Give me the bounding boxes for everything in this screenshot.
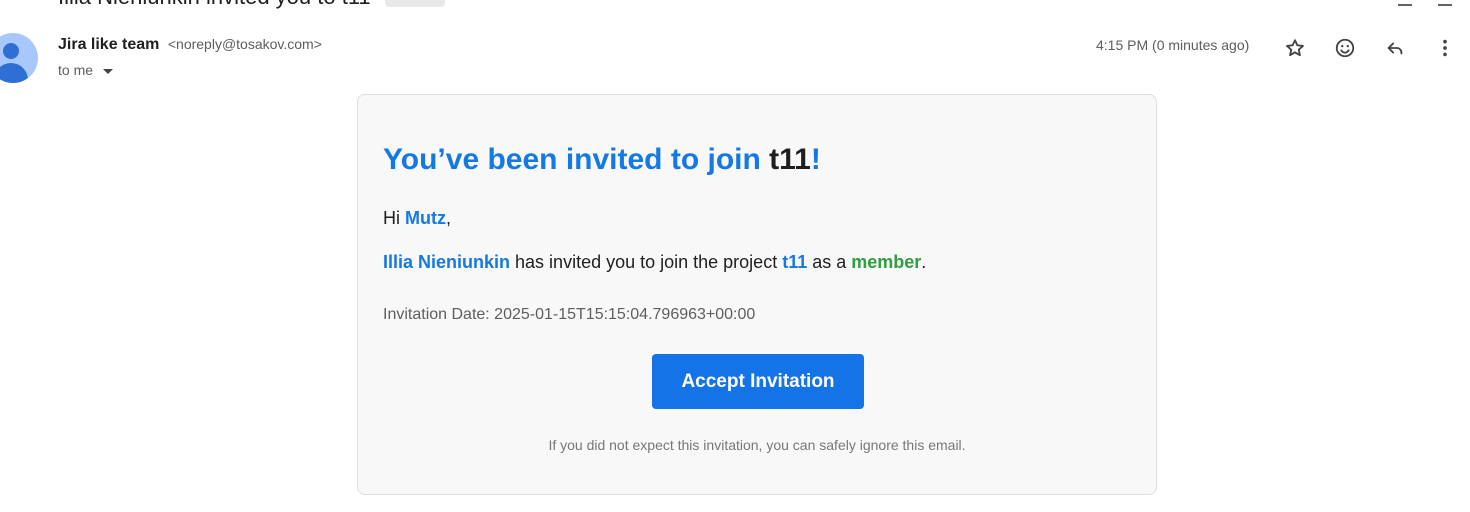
emoji-icon — [1335, 38, 1355, 58]
more-vert-icon — [1443, 39, 1447, 57]
heading-project: t11 — [769, 143, 811, 176]
reply-button[interactable] — [1381, 34, 1409, 62]
inbox-label-chip[interactable] — [384, 0, 445, 8]
received-time: 4:15 PM (0 minutes ago) — [1096, 37, 1250, 53]
recipients-label: to me — [58, 62, 94, 78]
avatar-body-shape — [0, 63, 28, 83]
sender-name[interactable]: Jira like team — [58, 36, 159, 53]
top-right-toolbar — [1398, 0, 1452, 6]
sender-email: <noreply@tosakov.com> — [167, 36, 322, 52]
invitation-message: Illia Nieniunkin has invited you to join… — [383, 252, 926, 273]
reply-icon — [1387, 42, 1403, 55]
project-name: t11 — [782, 252, 808, 272]
email-subject: Illia Nieniunkin invited you to t11 — [58, 0, 445, 10]
star-button[interactable] — [1281, 34, 1309, 62]
avatar-head-shape — [3, 43, 19, 59]
print-icon[interactable] — [1398, 0, 1412, 6]
role-name: member — [851, 252, 922, 272]
invite-text: has invited you to join the project — [510, 252, 783, 272]
star-icon — [1286, 39, 1304, 57]
period: . — [921, 252, 927, 272]
sender-line: Jira like team <noreply@tosakov.com> — [58, 36, 322, 54]
inviter-name: Illia Nieniunkin — [383, 252, 511, 272]
invitation-heading: You’ve been invited to join t11! — [383, 143, 821, 177]
more-options-button[interactable] — [1431, 34, 1459, 62]
ignore-notice: If you did not expect this invitation, y… — [548, 437, 966, 453]
greeting: Hi Mutz, — [383, 208, 451, 229]
heading-suffix: ! — [810, 143, 821, 176]
greeting-suffix: , — [445, 208, 451, 228]
open-in-new-window-icon[interactable] — [1438, 0, 1452, 6]
accept-invitation-button[interactable]: Accept Invitation — [652, 354, 864, 409]
recipients-toggle[interactable]: to me — [58, 62, 114, 78]
recipient-name: Mutz — [405, 208, 446, 228]
sender-avatar[interactable] — [0, 33, 38, 83]
as-a-text: as a — [807, 252, 852, 272]
message-actions — [1281, 34, 1459, 62]
subject-text: Illia Nieniunkin invited you to t11 — [58, 0, 371, 9]
add-reaction-button[interactable] — [1331, 34, 1359, 62]
invitation-date: Invitation Date: 2025-01-15T15:15:04.796… — [383, 306, 756, 323]
chevron-down-icon[interactable] — [103, 68, 114, 74]
heading-prefix: You’ve been invited to join — [383, 143, 770, 176]
greeting-prefix: Hi — [383, 208, 405, 228]
email-body-card: You’ve been invited to join t11! Hi Mutz… — [357, 94, 1157, 495]
